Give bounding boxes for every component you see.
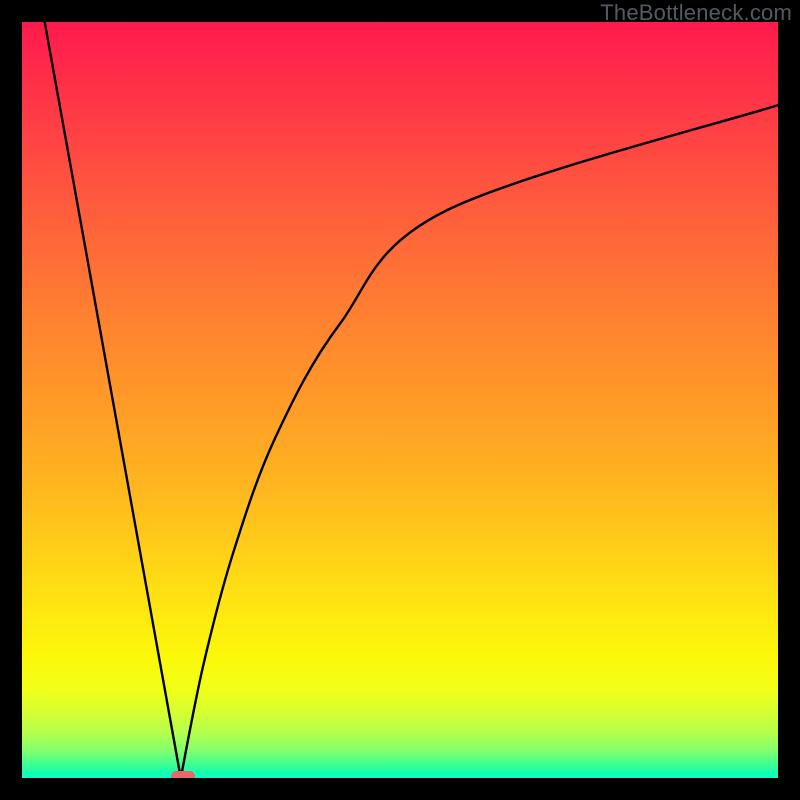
chart-root: TheBottleneck.com [0, 0, 800, 800]
bottleneck-curve [22, 22, 778, 778]
optimal-region-marker [171, 771, 195, 778]
plot-area [22, 22, 778, 778]
watermark-text: TheBottleneck.com [600, 0, 792, 26]
plot-frame [20, 20, 780, 780]
